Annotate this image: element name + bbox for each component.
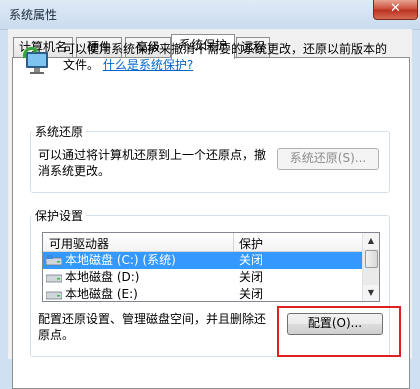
scroll-down-arrow-icon[interactable]: ▼ [363, 285, 379, 301]
close-button[interactable]: ✕ [373, 0, 418, 20]
drive-name: 本地磁盘 (E:) [65, 287, 138, 301]
system-protection-icon [23, 46, 48, 74]
system-restore-button[interactable]: 系统还原(S)... [277, 148, 379, 170]
drive-name: 本地磁盘 (D:) [65, 270, 140, 284]
drive-row-d[interactable]: 本地磁盘 (D:) 关闭 [43, 269, 363, 286]
column-header-protection[interactable]: 保护 [239, 235, 263, 252]
title-bar: 系统属性 ✕ [0, 0, 420, 30]
drive-protection-status: 关闭 [239, 287, 264, 301]
column-divider [233, 233, 234, 251]
configure-description: 配置还原设置、管理磁盘空间，并且删除还原点。 [38, 312, 267, 342]
hard-drive-icon [46, 291, 62, 300]
drive-list-scrollbar[interactable]: ▲ ▼ [362, 233, 379, 301]
system-restore-description: 可以通过将计算机还原到上一个还原点，撤消系统更改。 [38, 148, 267, 178]
drive-row-c[interactable]: 本地磁盘 (C:) (系统) 关闭 [43, 252, 363, 269]
column-header-drive[interactable]: 可用驱动器 [49, 235, 109, 252]
window-title: 系统属性 [9, 8, 58, 22]
scrollbar-thumb[interactable] [365, 250, 378, 268]
drive-name: 本地磁盘 (C:) (系统) [65, 253, 176, 267]
highlight-box [277, 306, 401, 357]
drive-list-header: 可用驱动器 保护 [43, 233, 363, 252]
drive-protection-status: 关闭 [239, 253, 264, 267]
drive-row-e[interactable]: 本地磁盘 (E:) 关闭 [43, 286, 363, 301]
scroll-up-arrow-icon[interactable]: ▲ [363, 233, 379, 249]
protection-settings-group-title: 保护设置 [32, 207, 87, 224]
drive-protection-status: 关闭 [239, 270, 264, 284]
hard-drive-icon [46, 274, 62, 283]
what-is-system-protection-link[interactable]: 什么是系统保护? [103, 58, 193, 72]
intro-description: 可以使用系统保护来撤消不需要的系统更改，还原以前版本的文件。 什么是系统保护? [63, 41, 393, 73]
system-drive-icon [46, 255, 62, 266]
drive-list[interactable]: 可用驱动器 保护 本地磁盘 (C:) (系统) 关闭 本地磁盘 (D:) 关闭 … [42, 232, 380, 302]
system-restore-group-title: 系统还原 [32, 123, 87, 140]
